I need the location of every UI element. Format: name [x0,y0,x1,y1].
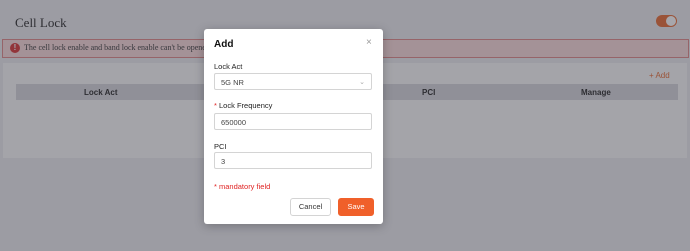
lock-frequency-value: 650000 [221,118,247,127]
chevron-down-icon: ⌄ [359,79,365,86]
add-dialog: Add × Lock Act 5G NR ⌄ * Lock Frequency … [204,29,383,224]
pci-input[interactable]: 3 [214,152,372,169]
lock-frequency-input[interactable]: 650000 [214,113,372,130]
lock-frequency-label: * Lock Frequency [214,101,272,110]
close-icon[interactable]: × [366,37,372,48]
save-button[interactable]: Save [338,198,374,216]
lock-act-label: Lock Act [214,62,243,71]
cancel-button[interactable]: Cancel [290,198,331,216]
pci-value: 3 [221,157,226,166]
required-asterisk: * [214,101,217,110]
dialog-title: Add [214,39,234,50]
lock-act-value: 5G NR [221,78,244,87]
mandatory-note: * mandatory field [214,182,271,191]
lock-frequency-label-text: Lock Frequency [219,101,273,110]
pci-label: PCI [214,142,227,151]
lock-act-select[interactable]: 5G NR ⌄ [214,73,372,90]
